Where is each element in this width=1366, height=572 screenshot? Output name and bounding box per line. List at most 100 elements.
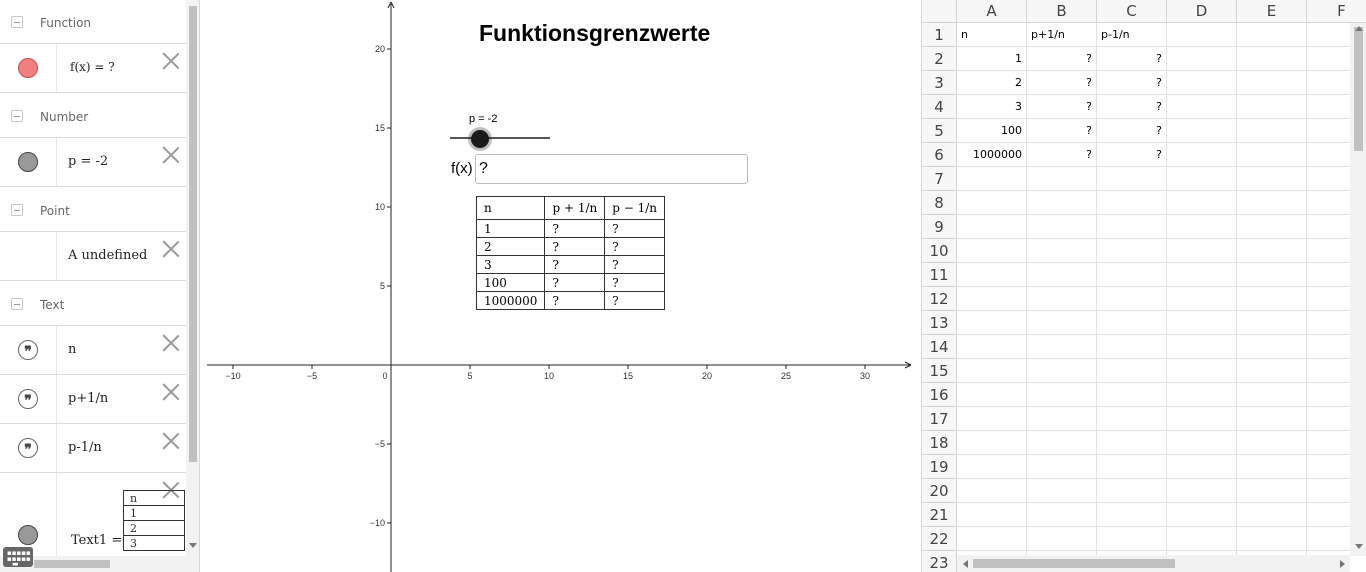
cell-d5[interactable] xyxy=(1167,119,1237,143)
visibility-toggle[interactable]: ❞ xyxy=(0,424,57,472)
scroll-left-arrow-icon[interactable] xyxy=(963,560,968,568)
cell-d11[interactable] xyxy=(1167,263,1237,287)
column-header-d[interactable]: D xyxy=(1167,0,1237,23)
spreadsheet-horizontal-scrollbar[interactable] xyxy=(957,555,1350,572)
delete-icon[interactable] xyxy=(162,383,180,401)
cell-a11[interactable] xyxy=(957,263,1027,287)
cell-a5[interactable]: 100 xyxy=(957,119,1027,143)
slider-p-knob[interactable] xyxy=(471,130,489,148)
cell-c14[interactable] xyxy=(1097,335,1167,359)
algebra-value[interactable]: p = -2 xyxy=(68,154,108,169)
algebra-item-text-n[interactable]: ❞ n xyxy=(0,326,186,375)
cell-e15[interactable] xyxy=(1237,359,1307,383)
algebra-item-f[interactable]: f(x) = ? xyxy=(0,44,186,93)
cell-e21[interactable] xyxy=(1237,503,1307,527)
cell-e17[interactable] xyxy=(1237,407,1307,431)
algebra-value[interactable]: n xyxy=(68,342,76,357)
cell-e14[interactable] xyxy=(1237,335,1307,359)
cell-b22[interactable] xyxy=(1027,527,1097,551)
cell-e20[interactable] xyxy=(1237,479,1307,503)
scrollbar-thumb[interactable] xyxy=(189,6,197,462)
row-header[interactable]: 3 xyxy=(922,71,957,95)
algebra-item-text-p-minus[interactable]: ❞ p-1/n xyxy=(0,424,186,473)
visibility-toggle[interactable]: ❞ xyxy=(0,326,57,374)
algebra-item-a[interactable]: A undefined xyxy=(0,232,186,281)
cell-c20[interactable] xyxy=(1097,479,1167,503)
row-header[interactable]: 15 xyxy=(922,359,957,383)
keyboard-icon[interactable]: ▪▪▪▪▪ ▪▪▪▪▪ ▬ xyxy=(3,547,33,568)
cell-c18[interactable] xyxy=(1097,431,1167,455)
cell-b7[interactable] xyxy=(1027,167,1097,191)
cell-a19[interactable] xyxy=(957,455,1027,479)
cell-c6[interactable]: ? xyxy=(1097,143,1167,167)
scrollbar-thumb[interactable] xyxy=(1354,27,1363,151)
visibility-toggle[interactable] xyxy=(0,44,57,92)
cell-a7[interactable] xyxy=(957,167,1027,191)
cell-a22[interactable] xyxy=(957,527,1027,551)
cell-b14[interactable] xyxy=(1027,335,1097,359)
cell-e1[interactable] xyxy=(1237,23,1307,47)
cell-e8[interactable] xyxy=(1237,191,1307,215)
cell-e5[interactable] xyxy=(1237,119,1307,143)
cell-c19[interactable] xyxy=(1097,455,1167,479)
scroll-down-arrow-icon[interactable] xyxy=(189,543,197,548)
quote-icon[interactable]: ❞ xyxy=(18,438,38,458)
cell-a12[interactable] xyxy=(957,287,1027,311)
column-header-b[interactable]: B xyxy=(1027,0,1097,23)
cell-b15[interactable] xyxy=(1027,359,1097,383)
cell-d17[interactable] xyxy=(1167,407,1237,431)
cell-d14[interactable] xyxy=(1167,335,1237,359)
cell-b9[interactable] xyxy=(1027,215,1097,239)
slider-p-track[interactable] xyxy=(450,137,550,139)
cell-d18[interactable] xyxy=(1167,431,1237,455)
cell-e3[interactable] xyxy=(1237,71,1307,95)
row-header[interactable]: 23 xyxy=(922,551,957,572)
cell-b17[interactable] xyxy=(1027,407,1097,431)
scroll-down-arrow-icon[interactable] xyxy=(1355,544,1363,549)
algebra-value[interactable]: p-1/n xyxy=(68,440,102,455)
color-dot-icon[interactable] xyxy=(18,58,38,78)
cell-c17[interactable] xyxy=(1097,407,1167,431)
cell-a21[interactable] xyxy=(957,503,1027,527)
cell-a4[interactable]: 3 xyxy=(957,95,1027,119)
cell-e10[interactable] xyxy=(1237,239,1307,263)
delete-icon[interactable] xyxy=(162,146,180,164)
scrollbar-thumb[interactable] xyxy=(973,559,1175,568)
cell-c4[interactable]: ? xyxy=(1097,95,1167,119)
cell-a2[interactable]: 1 xyxy=(957,47,1027,71)
collapse-icon[interactable] xyxy=(11,110,23,122)
delete-icon[interactable] xyxy=(162,432,180,450)
row-header[interactable]: 9 xyxy=(922,215,957,239)
cell-d3[interactable] xyxy=(1167,71,1237,95)
row-header[interactable]: 12 xyxy=(922,287,957,311)
row-header[interactable]: 6 xyxy=(922,143,957,167)
visibility-toggle[interactable] xyxy=(0,138,57,186)
cell-b13[interactable] xyxy=(1027,311,1097,335)
algebra-vertical-scrollbar[interactable] xyxy=(186,0,199,572)
collapse-icon[interactable] xyxy=(11,298,23,310)
row-header[interactable]: 4 xyxy=(922,95,957,119)
select-all-corner[interactable] xyxy=(922,0,957,23)
row-header[interactable]: 2 xyxy=(922,47,957,71)
column-header-f[interactable]: F xyxy=(1307,0,1366,23)
quote-icon[interactable]: ❞ xyxy=(18,389,38,409)
cell-b21[interactable] xyxy=(1027,503,1097,527)
fx-input-box[interactable]: ? xyxy=(475,154,748,184)
cell-c7[interactable] xyxy=(1097,167,1167,191)
cell-b16[interactable] xyxy=(1027,383,1097,407)
row-header[interactable]: 17 xyxy=(922,407,957,431)
color-dot-icon[interactable] xyxy=(18,152,38,172)
cell-b19[interactable] xyxy=(1027,455,1097,479)
cell-d8[interactable] xyxy=(1167,191,1237,215)
cell-d21[interactable] xyxy=(1167,503,1237,527)
cell-e13[interactable] xyxy=(1237,311,1307,335)
algebra-value[interactable]: f(x) = ? xyxy=(70,60,115,74)
cell-d10[interactable] xyxy=(1167,239,1237,263)
cell-c10[interactable] xyxy=(1097,239,1167,263)
cell-d1[interactable] xyxy=(1167,23,1237,47)
cell-c3[interactable]: ? xyxy=(1097,71,1167,95)
cell-d22[interactable] xyxy=(1167,527,1237,551)
cell-d2[interactable] xyxy=(1167,47,1237,71)
cell-e9[interactable] xyxy=(1237,215,1307,239)
cell-e4[interactable] xyxy=(1237,95,1307,119)
